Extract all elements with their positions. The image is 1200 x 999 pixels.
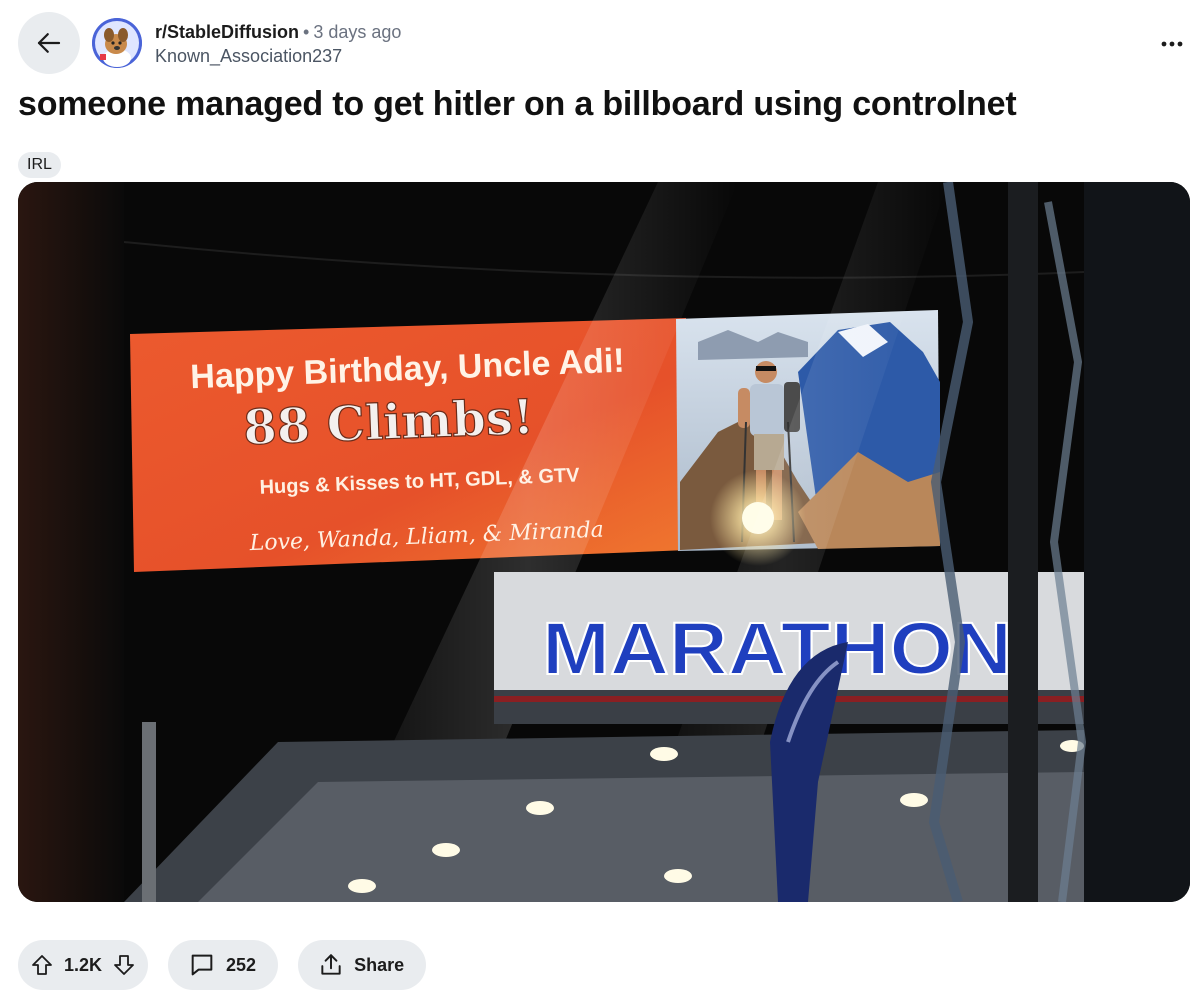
subreddit-avatar-image <box>92 18 142 68</box>
back-button[interactable] <box>18 12 80 74</box>
post-header: r/StableDiffusion • 3 days ago Known_Assoc… <box>18 12 1188 76</box>
arrow-up-icon <box>32 955 52 975</box>
arrow-left-icon <box>37 33 61 53</box>
post-actions: 1.2K 252 Share <box>18 940 427 990</box>
ellipsis-icon <box>1161 41 1183 47</box>
post-meta-row: r/StableDiffusion • 3 days ago <box>155 20 401 44</box>
subreddit-link[interactable]: r/StableDiffusion <box>155 22 299 42</box>
post-title[interactable]: someone managed to get hitler on a billb… <box>18 82 1017 126</box>
post-flair[interactable]: IRL <box>18 152 61 178</box>
vote-count: 1.2K <box>64 954 103 975</box>
post-timestamp: 3 days ago <box>313 22 402 42</box>
vote-control: 1.2K <box>18 940 149 990</box>
comment-bubble-icon <box>191 954 213 976</box>
meta-separator: • <box>303 22 310 42</box>
upvote-button[interactable] <box>30 953 54 977</box>
post-image[interactable]: Happy Birthday, Uncle Adi! 88 Climbs! Hu… <box>18 182 1190 902</box>
share-icon <box>321 954 341 975</box>
downvote-button[interactable] <box>112 953 136 977</box>
share-button[interactable]: Share <box>298 940 427 990</box>
author-link[interactable]: Known_Association237 <box>155 44 401 68</box>
billboard-line-2: 88 Climbs! <box>242 389 535 456</box>
store-sign: MARATHON <box>542 607 1012 690</box>
arrow-down-icon <box>114 955 134 975</box>
subreddit-avatar[interactable] <box>92 18 142 68</box>
comment-count: 252 <box>226 954 257 975</box>
post-meta: r/StableDiffusion • 3 days ago Known_Assoc… <box>155 20 401 68</box>
post-image-illustration: Happy Birthday, Uncle Adi! 88 Climbs! Hu… <box>18 182 1190 902</box>
comments-button[interactable]: 252 <box>168 940 279 990</box>
share-label: Share <box>354 954 405 975</box>
more-options-button[interactable] <box>1156 28 1188 60</box>
